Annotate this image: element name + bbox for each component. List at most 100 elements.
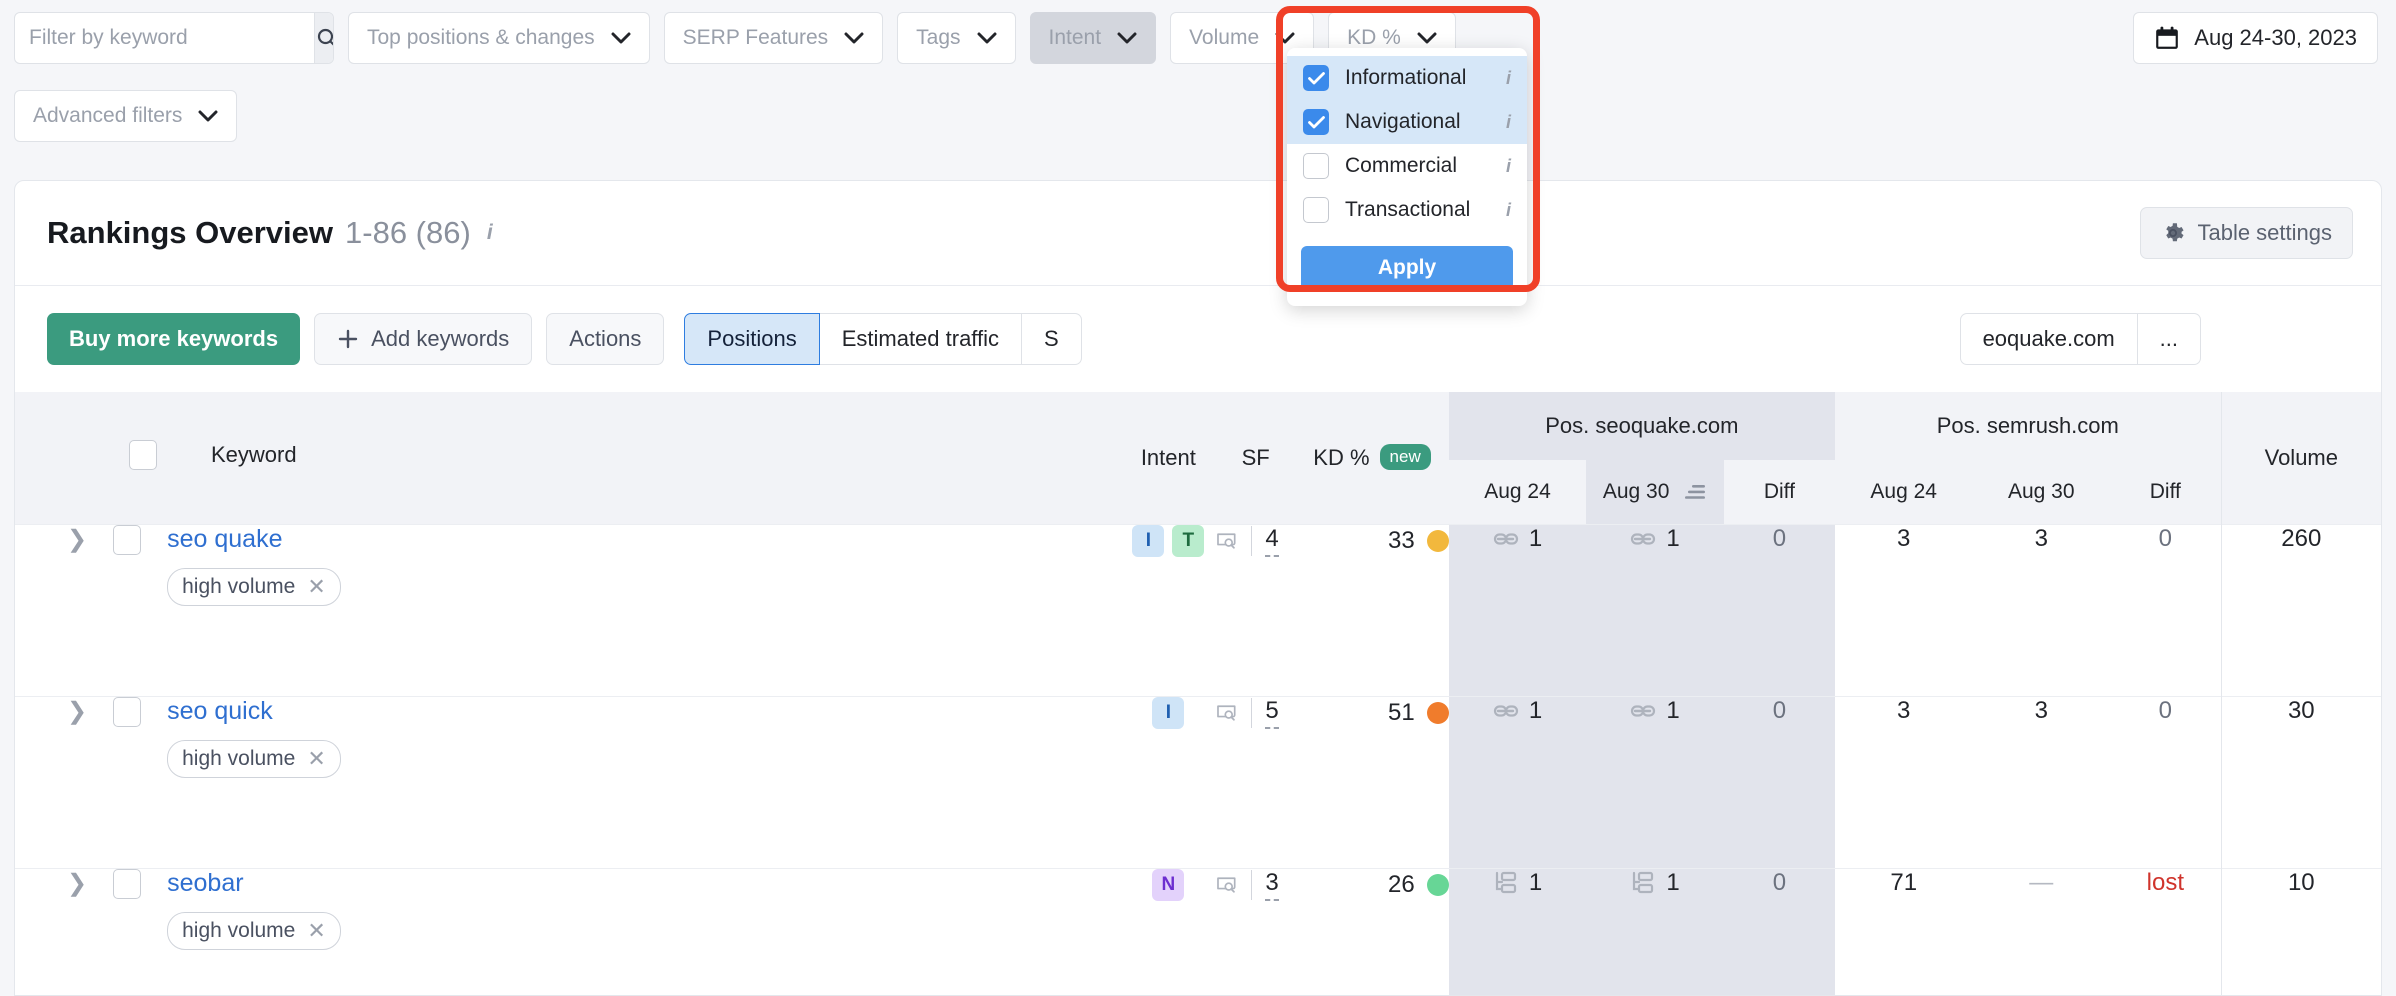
filter-tags[interactable]: Tags (897, 12, 1016, 64)
advanced-filters-button[interactable]: Advanced filters (14, 90, 238, 142)
expand-row-icon[interactable]: ❯ (67, 697, 87, 727)
apply-button[interactable]: Apply (1301, 246, 1513, 290)
add-keywords-label: Add keywords (371, 326, 510, 351)
info-icon[interactable]: i (1506, 200, 1511, 221)
col-seoquake-aug30[interactable]: Aug 30 (1586, 460, 1724, 524)
results-count: 1-86 (86) (345, 215, 471, 250)
check-icon (1307, 71, 1325, 84)
header-group-row: Keyword Intent SF KD % new Pos. seoquake.… (15, 392, 2381, 524)
col-keyword[interactable]: Keyword (15, 392, 1121, 524)
filter-serp-features[interactable]: SERP Features (663, 12, 884, 64)
col-semrush-diff[interactable]: Diff (2110, 460, 2222, 524)
col-semrush-aug24[interactable]: Aug 24 (1834, 460, 1973, 524)
expand-row-icon[interactable]: ❯ (67, 525, 87, 555)
tab-estimated-traffic[interactable]: Estimated traffic (819, 313, 1023, 365)
kd-status-dot (1426, 873, 1449, 896)
col-intent[interactable]: Intent (1120, 392, 1216, 524)
info-icon[interactable]: i (1506, 156, 1511, 177)
volume-value: 260 (2281, 524, 2322, 552)
search-input[interactable] (15, 13, 314, 63)
kd-value: 26 (1388, 870, 1415, 898)
checkbox-transactional[interactable] (1303, 197, 1329, 223)
diff-value: 0 (1772, 524, 1787, 552)
select-all-checkbox[interactable] (129, 439, 157, 470)
pos-value: 3 (1897, 696, 1911, 724)
pos-value: 1 (1528, 524, 1543, 552)
add-keywords-button[interactable]: Add keywords (314, 313, 533, 365)
table-row[interactable]: ❯ seobar high volume ✕ N 3 26 1 1 0 71 — (15, 868, 2381, 995)
col-semrush-aug30[interactable]: Aug 30 (1972, 460, 2111, 524)
keyword-tag[interactable]: high volume ✕ (167, 911, 341, 950)
divider (1250, 869, 1252, 900)
close-icon[interactable]: ✕ (307, 918, 325, 944)
filter-intent[interactable]: Intent (1029, 12, 1157, 64)
checkbox-commercial[interactable] (1303, 153, 1329, 179)
intent-option-commercial[interactable]: Commercial i (1287, 144, 1527, 188)
search-button[interactable] (314, 13, 333, 63)
expand-row-icon[interactable]: ❯ (67, 869, 87, 899)
domain-tab-seoquake[interactable]: eoquake.com (1959, 313, 2138, 365)
intent-option-navigational[interactable]: Navigational i (1287, 100, 1527, 144)
gear-icon (2166, 223, 2185, 242)
intent-badge-T: T (1172, 524, 1205, 557)
sf-count[interactable]: 3 (1265, 869, 1279, 901)
buy-more-keywords-button[interactable]: Buy more keywords (47, 313, 301, 365)
row-checkbox[interactable] (113, 696, 142, 727)
apply-row: Apply (1287, 232, 1527, 306)
new-badge: new (1379, 444, 1431, 471)
table-settings-button[interactable]: Table settings (2140, 207, 2353, 259)
serp-preview-icon (1217, 704, 1236, 721)
row-checkbox[interactable] (113, 524, 142, 555)
col-seoquake-aug24[interactable]: Aug 24 (1448, 460, 1587, 524)
sf-count[interactable]: 4 (1265, 525, 1279, 557)
kd-status-dot (1426, 529, 1449, 552)
filter-label: Top positions & changes (367, 26, 595, 49)
col-seoquake-diff[interactable]: Diff (1723, 460, 1835, 524)
keyword-link[interactable]: seo quick (167, 697, 341, 726)
card-header: Rankings Overview 1-86 (86) i Table sett… (15, 181, 2381, 286)
col-seoquake-aug30-label: Aug 30 (1602, 479, 1670, 503)
link-icon (1493, 532, 1518, 545)
checkbox-navigational[interactable] (1303, 109, 1329, 135)
check-icon (1307, 115, 1325, 128)
close-icon[interactable]: ✕ (307, 746, 325, 772)
table-toolbar: Buy more keywords Add keywords Actions P… (15, 286, 2381, 392)
date-range-picker[interactable]: Aug 24-30, 2023 (2133, 12, 2378, 64)
filter-bar: Top positions & changes SERP Features Ta… (0, 0, 2396, 150)
sf-count[interactable]: 5 (1265, 697, 1279, 729)
chevron-down-icon (198, 110, 218, 121)
info-icon[interactable]: i (487, 221, 493, 245)
diff-value: 0 (2158, 696, 2172, 724)
row-checkbox[interactable] (113, 868, 142, 899)
info-icon[interactable]: i (1506, 68, 1511, 89)
tab-serp-features[interactable]: S (1022, 313, 1082, 365)
domain-tabs-more-button[interactable]: ... (2137, 313, 2201, 365)
keyword-tag-label: high volume (182, 746, 296, 770)
chevron-down-icon (1275, 32, 1295, 43)
cell-sf: 5 51 (1216, 696, 1449, 868)
info-icon[interactable]: i (1506, 112, 1511, 133)
keyword-link[interactable]: seobar (167, 869, 341, 898)
col-kd[interactable]: KD % new (1295, 392, 1449, 524)
filter-top-positions-changes[interactable]: Top positions & changes (348, 12, 650, 64)
cell-keyword: ❯ seo quake high volume ✕ (15, 524, 1121, 696)
col-sf[interactable]: SF (1215, 392, 1296, 524)
col-volume[interactable]: Volume (2220, 392, 2381, 524)
keyword-link[interactable]: seo quake (167, 525, 341, 554)
checkbox-informational[interactable] (1303, 65, 1329, 91)
cell-seoquake-aug24: 1 (1448, 868, 1587, 995)
table-row[interactable]: ❯ seo quick high volume ✕ I 5 51 1 1 0 3… (15, 696, 2381, 868)
tab-positions[interactable]: Positions (684, 313, 820, 365)
rankings-overview-card: Rankings Overview 1-86 (86) i Table sett… (14, 180, 2382, 996)
actions-button[interactable]: Actions (546, 313, 665, 365)
cell-sf: 4 33 (1216, 524, 1449, 696)
table-row[interactable]: ❯ seo quake high volume ✕ IT 4 33 1 1 0 … (15, 524, 2381, 696)
keyword-tag[interactable]: high volume ✕ (167, 567, 341, 606)
cell-volume: 10 (2220, 868, 2381, 995)
actions-label: Actions (569, 326, 642, 351)
cell-volume: 260 (2220, 524, 2381, 696)
intent-option-informational[interactable]: Informational i (1287, 56, 1527, 100)
intent-option-transactional[interactable]: Transactional i (1287, 188, 1527, 232)
close-icon[interactable]: ✕ (307, 574, 325, 600)
keyword-tag[interactable]: high volume ✕ (167, 739, 341, 778)
